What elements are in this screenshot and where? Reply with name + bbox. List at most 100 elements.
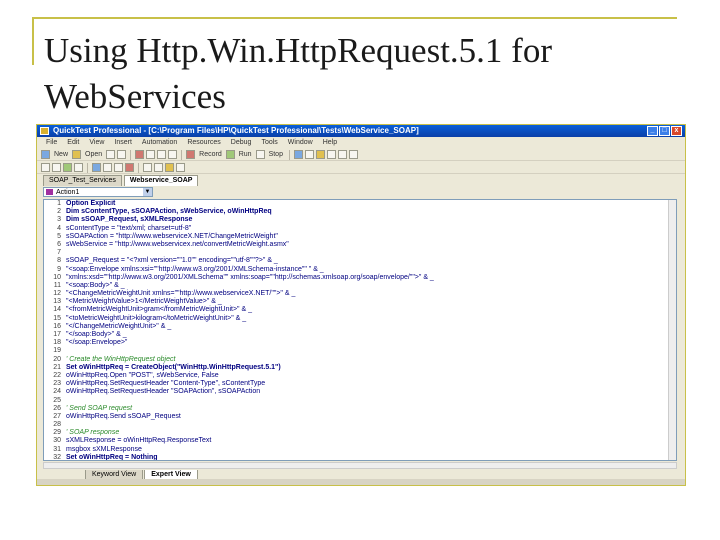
indent-icon[interactable] [41,163,50,172]
breakpoint-icon[interactable] [125,163,134,172]
menu-insert[interactable]: Insert [109,137,137,148]
menu-help[interactable]: Help [318,137,342,148]
line-number: 17 [53,331,61,338]
menu-resources[interactable]: Resources [182,137,225,148]
code-line: 16 "</ChangeMetricWeightUnit>" & _ [44,323,676,331]
vertical-scrollbar[interactable] [668,200,676,460]
new-button[interactable]: New [52,151,70,158]
save-icon[interactable] [106,150,116,159]
tab-soap-test-services[interactable]: SOAP_Test_Services [43,175,122,186]
options-icon[interactable] [348,150,358,159]
delete-icon[interactable] [168,150,178,159]
toolbar-separator [138,162,139,173]
window-titlebar: QuickTest Professional - [C:\Program Fil… [37,125,685,137]
menu-tools[interactable]: Tools [256,137,282,148]
checkpoint-icon[interactable] [165,163,174,172]
stop-icon[interactable] [255,150,265,159]
print-icon[interactable] [117,150,127,159]
line-number: 25 [53,396,61,404]
record-button[interactable]: Record [197,151,224,158]
copy-icon[interactable] [146,150,156,159]
code-line: 21 Set oWinHttpReq = CreateObject("WinHtt… [44,364,676,372]
code-text: "<ChangeMetricWeightUnit xmlns=""http://… [66,290,296,298]
chevron-down-icon[interactable]: ▼ [143,188,152,196]
line-number: 13 [53,298,61,306]
open-button[interactable]: Open [83,151,104,158]
line-number: 29 [53,429,61,437]
toolbar-separator [130,149,132,160]
step-into-icon[interactable] [92,163,101,172]
record-icon[interactable] [186,150,196,159]
uncomment-icon[interactable] [74,163,83,172]
data-table-icon[interactable] [326,150,336,159]
action-selector[interactable]: Action1 ▼ [43,187,153,197]
line-number: 1 [57,200,61,207]
slide-left-rule [32,17,34,65]
open-icon[interactable] [72,150,82,159]
line-number: 26 [53,404,61,412]
code-line: 25 [44,397,676,405]
close-button[interactable]: x [671,126,682,136]
code-line: 31 msgbox sXMLResponse [44,446,676,454]
paste-icon[interactable] [157,150,167,159]
code-line: 19 [44,347,676,355]
menu-view[interactable]: View [84,137,109,148]
edit-toolbar [37,162,685,174]
line-number: 27 [53,412,61,420]
minimize-button[interactable]: _ [647,126,658,136]
output-value-icon[interactable] [176,163,185,172]
menu-window[interactable]: Window [283,137,318,148]
menu-automation[interactable]: Automation [137,137,182,148]
menu-edit[interactable]: Edit [62,137,84,148]
find-icon[interactable] [143,163,152,172]
debug-viewer-icon[interactable] [337,150,347,159]
step-over-icon[interactable] [103,163,112,172]
menu-debug[interactable]: Debug [226,137,257,148]
document-tabs: SOAP_Test_Services Webservice_SOAP [37,175,685,186]
step-out-icon[interactable] [114,163,123,172]
object-repository-icon[interactable] [293,150,303,159]
stop-button[interactable]: Stop [267,151,285,158]
code-text: ' Create the WinHttpRequest object [66,355,176,363]
new-icon[interactable] [41,150,50,159]
code-line: 28 [44,421,676,429]
line-number: 14 [53,306,61,314]
code-line: 22 oWinHttpReq.Open "POST", sWebService, … [44,372,676,380]
code-line: 3 Dim sSOAP_Request, sXMLResponse [44,216,676,224]
line-number: 16 [53,322,61,330]
code-text: sXMLResponse = oWinHttpReq.ResponseText [66,437,212,445]
object-spy-icon[interactable] [304,150,314,159]
standard-toolbar: New Open Record Run Stop [37,149,685,161]
line-number: 21 [53,363,61,371]
outdent-icon[interactable] [52,163,61,172]
code-line: 14 "<fromMetricWeightUnit>gram</fromMetri… [44,306,676,314]
horizontal-scrollbar[interactable] [43,462,677,469]
function-library-icon[interactable] [315,150,325,159]
code-line: 29 ' SOAP response [44,429,676,437]
code-line: 6 sWebService = "http://www.webservicex.n… [44,241,676,249]
code-text: Set oWinHttpReq = CreateObject("WinHttp.… [66,363,281,371]
action-icon [46,189,53,195]
code-text: ' SOAP response [66,429,120,437]
run-icon[interactable] [225,150,235,159]
expert-view-editor[interactable]: 1 Option Explicit 2 Dim sContentType, sSOAP… [43,199,677,461]
line-number: 20 [53,355,61,363]
cut-icon[interactable] [135,150,145,159]
code-line: 17 "</soap:Body>" & _ [44,331,676,339]
code-text: "<soap:Envelope xmlns:xsi=""http://www.w… [66,265,324,273]
replace-icon[interactable] [154,163,163,172]
menu-file[interactable]: File [41,137,62,148]
slide-title: Using Http.Win.HttpRequest.5.1 for WebSe… [44,31,552,116]
code-text: "</soap:Body>" & _ [66,331,127,338]
tab-webservice-soap[interactable]: Webservice_SOAP [123,175,199,186]
code-line: 9 "<soap:Envelope xmlns:xsi=""http://www.… [44,266,676,274]
code-line: 10 "xmlns:xsd=""http://www.w3.org/2001/XM… [44,274,676,282]
run-button[interactable]: Run [237,151,254,158]
code-line: 26 ' Send SOAP request [44,405,676,413]
code-line: 2 Dim sContentType, sSOAPAction, sWebServ… [44,208,676,216]
toolbar-separator [181,149,183,160]
code-text: oWinHttpReq.SetRequestHeader "SOAPAction… [66,388,261,396]
maximize-button[interactable]: □ [659,126,670,136]
code-line: 13 "<MetricWeightValue>1</MetricWeightVal… [44,298,676,306]
comment-icon[interactable] [63,163,72,172]
